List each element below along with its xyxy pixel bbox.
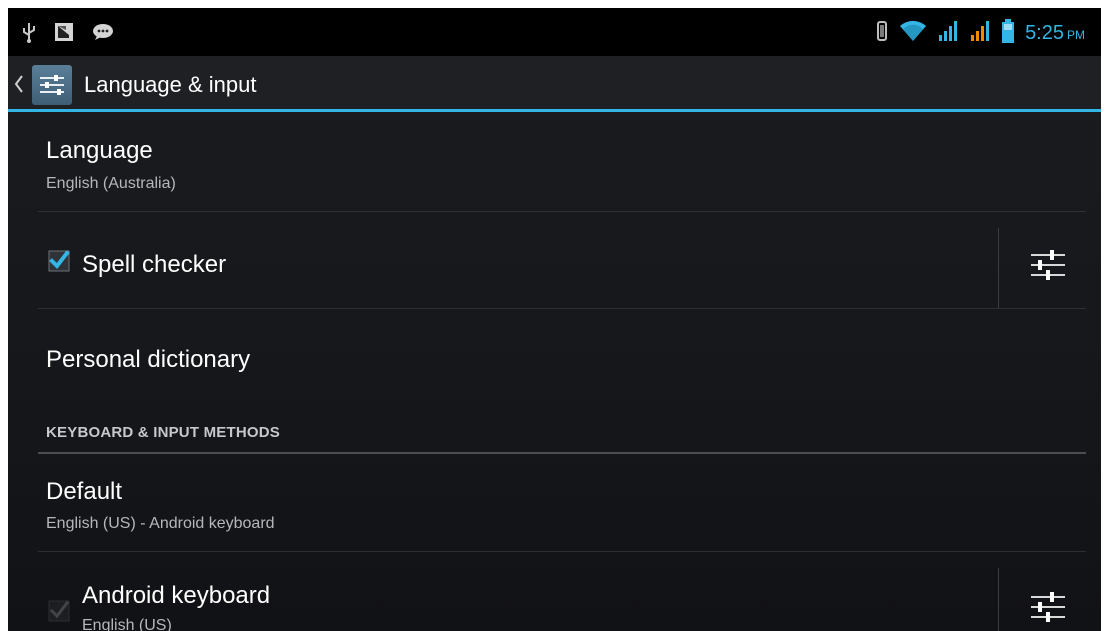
action-bar: Language & input xyxy=(8,56,1101,112)
message-icon xyxy=(92,23,114,46)
android-settings-screen: 5:25 PM Language & input Language Englis… xyxy=(8,8,1101,631)
android-keyboard-title: Android keyboard xyxy=(82,582,271,609)
status-clock: 5:25 PM xyxy=(1025,22,1085,45)
signal-icon-2 xyxy=(969,19,991,48)
notification-icons xyxy=(22,21,114,48)
language-row[interactable]: Language English (Australia) xyxy=(8,115,1101,212)
screenshot-notification-icon xyxy=(54,22,74,47)
spell-checker-checkbox[interactable] xyxy=(48,250,70,272)
spell-checker-title: Spell checker xyxy=(82,251,227,278)
status-time-ampm: PM xyxy=(1067,28,1085,42)
system-icons: 5:25 PM xyxy=(875,18,1085,49)
android-keyboard-summary: English (US) xyxy=(82,617,172,631)
default-title: Default xyxy=(46,478,123,505)
status-time-value: 5:25 xyxy=(1025,22,1064,44)
android-keyboard-row[interactable]: Android keyboard English (US) xyxy=(8,552,1101,631)
page-title: Language & input xyxy=(84,72,257,97)
vertical-divider xyxy=(998,568,999,631)
back-chevron-icon[interactable] xyxy=(14,74,24,99)
personal-dictionary-row[interactable]: Personal dictionary xyxy=(8,309,1101,405)
default-summary: English (US) - Android keyboard xyxy=(46,515,275,532)
settings-sliders-icon[interactable] xyxy=(32,65,72,105)
default-keyboard-row[interactable]: Default English (US) - Android keyboard xyxy=(8,454,1101,551)
personal-dictionary-title: Personal dictionary xyxy=(46,346,251,373)
vertical-divider xyxy=(998,228,999,308)
spell-checker-settings-icon[interactable] xyxy=(1028,246,1068,286)
android-keyboard-settings-icon[interactable] xyxy=(1028,588,1068,628)
wifi-icon xyxy=(899,19,927,48)
usb-icon xyxy=(22,21,36,48)
vibrate-icon xyxy=(875,19,889,48)
status-bar: 5:25 PM xyxy=(8,8,1101,56)
android-keyboard-checkbox[interactable] xyxy=(48,600,70,622)
signal-icon-1 xyxy=(937,19,959,48)
battery-icon xyxy=(1001,18,1015,49)
language-title: Language xyxy=(46,137,153,164)
spell-checker-row[interactable]: Spell checker xyxy=(8,212,1101,308)
language-summary: English (Australia) xyxy=(46,175,176,192)
keyboard-section-header: KEYBOARD & INPUT METHODS xyxy=(46,424,280,441)
